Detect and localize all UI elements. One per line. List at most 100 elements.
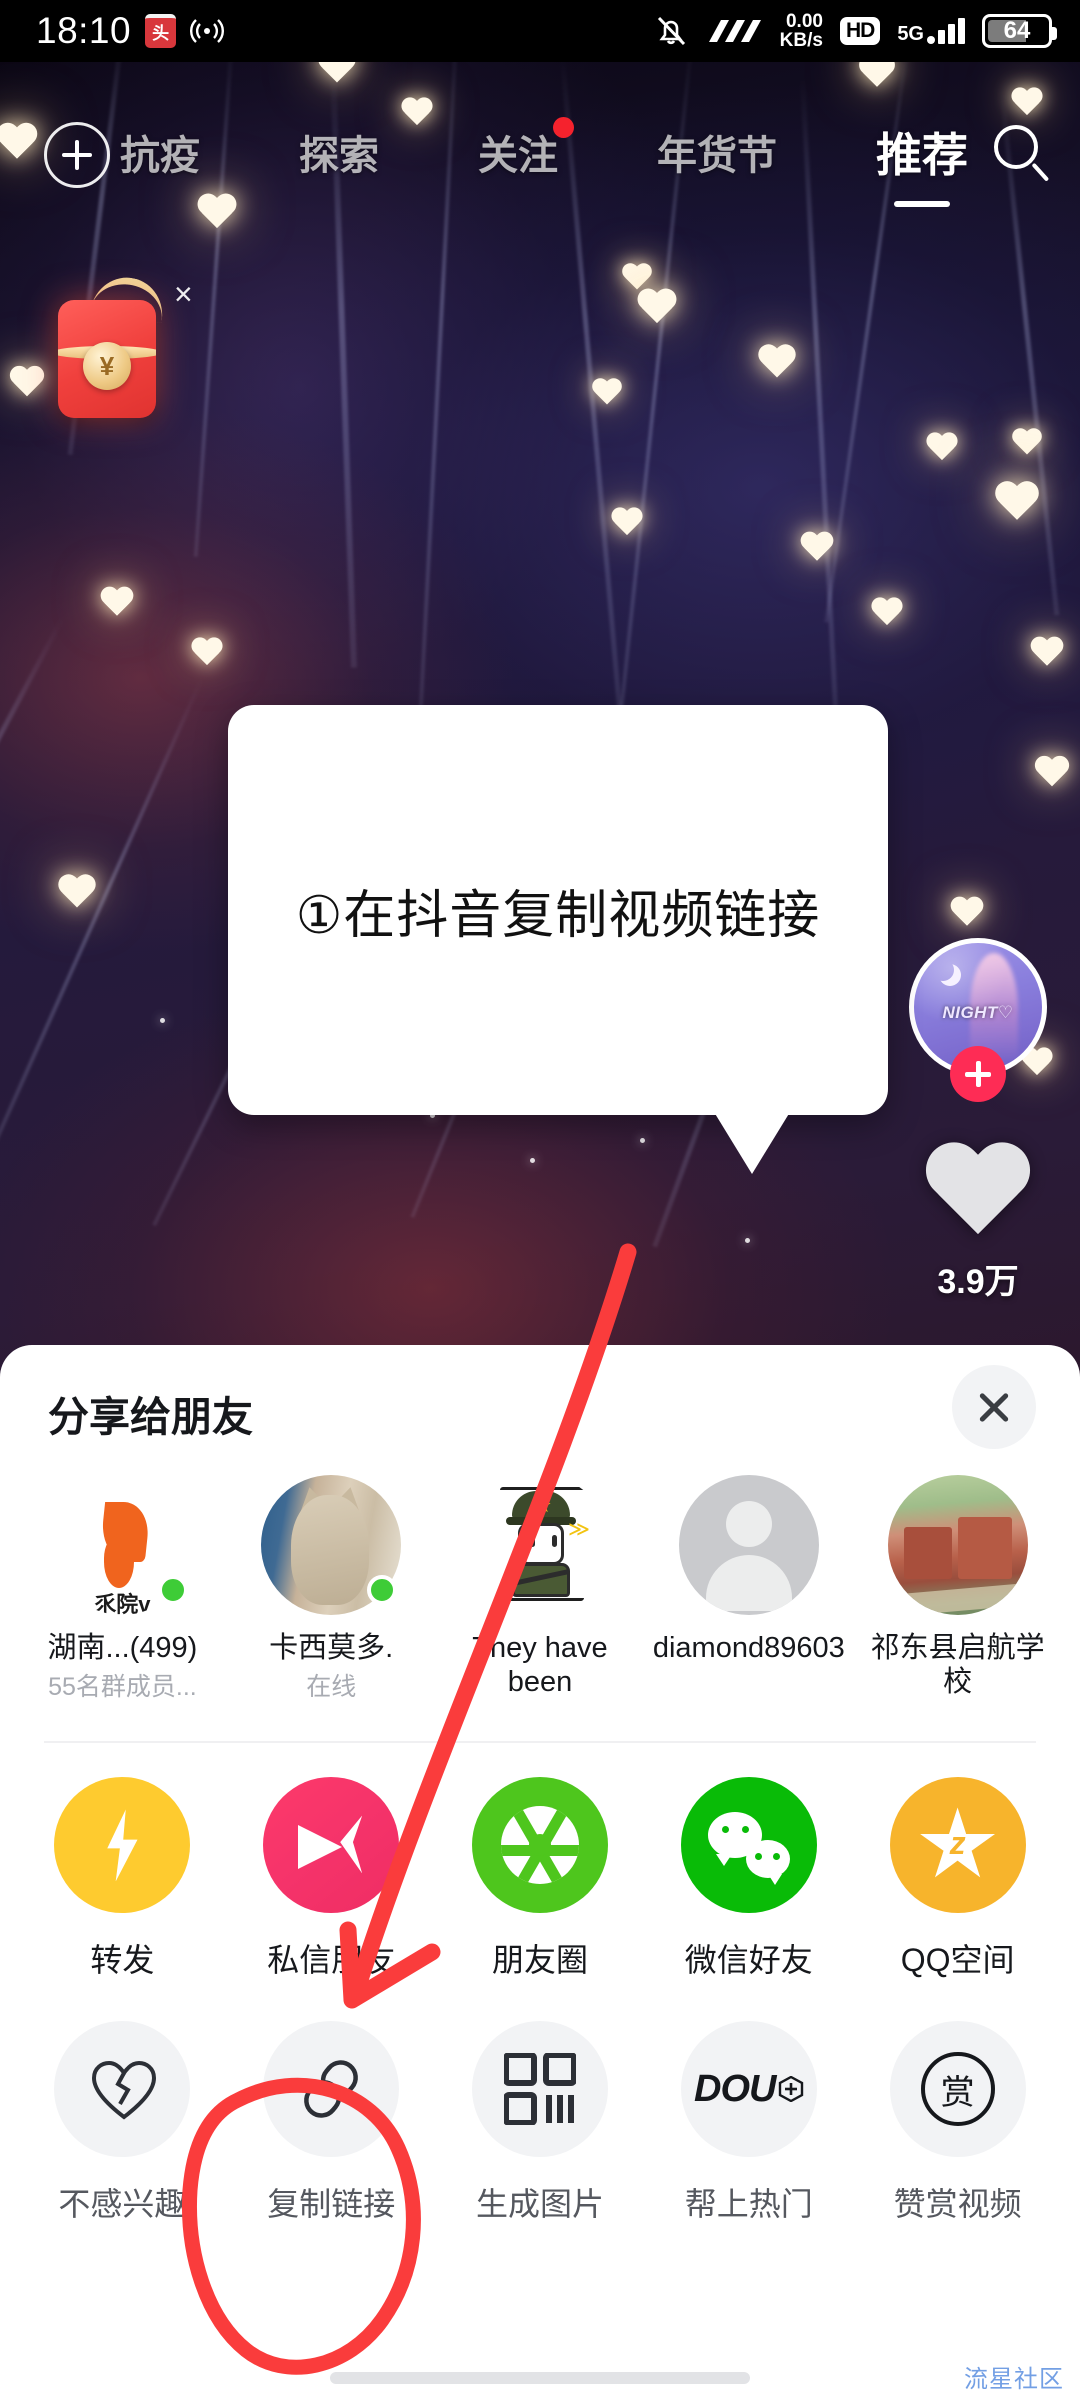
friend-item[interactable]: 卡西莫多. 在线 — [227, 1475, 436, 1707]
plane-body — [298, 1825, 343, 1870]
tab-label: 年货节 — [657, 134, 777, 178]
action-label: QQ空间 — [900, 1942, 1015, 1979]
status-bar-right: 0.00 KB/s HD 5G 64 — [654, 12, 1080, 50]
share-action-repost[interactable]: 转发 — [18, 1777, 227, 1981]
friend-subtitle: 55名群成员... — [48, 1673, 197, 1702]
broken-heart-icon[interactable] — [54, 2021, 191, 2158]
network-label: 5G — [897, 23, 924, 45]
broadcast-icon — [190, 18, 225, 44]
friend-avatar-wrap: ★ ≫ — [469, 1475, 610, 1615]
video-side-actions: NIGHT♡ 3.9万 — [904, 938, 1052, 1303]
battery-icon: 64 — [982, 14, 1057, 48]
share-action-generate-image[interactable]: 生成图片 — [436, 2021, 645, 2225]
share-action-not-interested[interactable]: 不感兴趣 — [18, 2021, 227, 2225]
friend-avatar-wrap — [261, 1475, 402, 1615]
school-building-1 — [903, 1527, 952, 1579]
aperture-glyph — [500, 1806, 579, 1885]
tab-tansuo[interactable]: 探索 — [299, 123, 379, 187]
qr-glyph — [503, 2053, 576, 2126]
netspeed-unit: KB/s — [779, 30, 823, 51]
link-icon[interactable] — [263, 2021, 400, 2158]
moon-icon — [932, 959, 954, 981]
action-label: 私信朋友 — [267, 1942, 396, 1979]
tab-label: 推荐 — [876, 129, 968, 181]
share-action-copy-link[interactable]: 复制链接 — [227, 2021, 436, 2225]
friend-avatar-wrap — [887, 1475, 1028, 1615]
hd-icon: HD — [839, 17, 881, 45]
red-packet-close-icon[interactable]: × — [174, 278, 193, 310]
link-glyph — [296, 2054, 366, 2124]
unread-dot-badge — [553, 117, 574, 138]
action-label: 生成图片 — [475, 2186, 604, 2223]
like-button[interactable]: 3.9万 — [904, 1144, 1052, 1303]
search-icon[interactable] — [990, 123, 1054, 187]
dou-plus-icon[interactable]: DOU — [680, 2021, 817, 2158]
action-label: 帮上热门 — [684, 2186, 813, 2223]
share-action-reward-video[interactable]: 赏 赞赏视频 — [853, 2021, 1062, 2225]
moments-aperture-icon[interactable] — [471, 1777, 608, 1914]
like-count: 3.9万 — [937, 1263, 1019, 1301]
add-icon[interactable] — [44, 122, 110, 188]
shang-glyph: 赏 — [920, 2052, 995, 2127]
soldier-cartoon-avatar: ★ ≫ — [469, 1475, 610, 1615]
bolt-glyph — [107, 1809, 138, 1882]
share-action-douplus[interactable]: DOU 帮上热门 — [644, 2021, 853, 2225]
star-glyph — [920, 1807, 996, 1878]
carrier-logo-icon — [705, 16, 763, 46]
action-label: 赞赏视频 — [893, 2186, 1022, 2223]
friend-item[interactable]: 祁东县启航学校 — [853, 1475, 1062, 1707]
top-navigation: 抗疫 探索 关注 年货节 推荐 — [0, 100, 1080, 210]
status-time: 18:10 — [36, 10, 132, 51]
search-ring — [994, 125, 1038, 169]
share-action-moments[interactable]: 朋友圈 — [436, 1777, 645, 1981]
wechat-glyph — [707, 1812, 790, 1886]
network-speed: 0.00 KB/s — [780, 12, 823, 50]
share-sheet-header: 分享给朋友 — [0, 1345, 1080, 1473]
status-bar: 18:10 头 0.00 KB/s HD 5G 64 — [0, 0, 1080, 62]
plane-tail — [340, 1815, 363, 1874]
tab-kangyi[interactable]: 抗疫 — [120, 123, 200, 187]
red-packet-icon[interactable]: ¥ — [58, 300, 156, 418]
wechat-icon[interactable] — [680, 1777, 817, 1914]
lightning-bolt-icon[interactable] — [54, 1777, 191, 1914]
battery-level: 64 — [1003, 17, 1031, 44]
share-action-qzone[interactable]: QQ空间 — [853, 1777, 1062, 1981]
soldier-figure: ★ ≫ — [494, 1487, 590, 1603]
search-handle — [1031, 162, 1050, 182]
friend-subtitle: 在线 — [306, 1673, 357, 1702]
friend-item[interactable]: diamond89603 — [644, 1475, 853, 1707]
author-avatar-block[interactable]: NIGHT♡ — [909, 938, 1047, 1102]
school-road — [887, 1582, 1028, 1615]
qzone-star-icon[interactable] — [889, 1777, 1026, 1914]
share-sheet-title: 分享给朋友 — [48, 1394, 253, 1440]
tab-nianhuojie[interactable]: 年货节 — [657, 123, 777, 187]
reward-shang-icon[interactable]: 赏 — [889, 2021, 1026, 2158]
red-packet-coin: ¥ — [83, 342, 131, 390]
sheet-divider — [44, 1741, 1036, 1744]
phone-screen: 18:10 头 0.00 KB/s HD 5G 64 抗疫 探索 关注 年货节 … — [0, 0, 1080, 2400]
close-icon[interactable] — [952, 1365, 1036, 1449]
red-packet-widget[interactable]: ¥ × — [58, 270, 193, 418]
tab-tuijian[interactable]: 推荐 — [876, 119, 968, 207]
follow-plus-icon[interactable] — [950, 1046, 1006, 1102]
action-label: 不感兴趣 — [58, 2186, 187, 2223]
signal-bars-icon — [927, 18, 965, 44]
school-building-2 — [957, 1517, 1012, 1579]
paper-plane-icon[interactable] — [263, 1777, 400, 1914]
friend-item[interactable]: 乑院v 湖南...(499) 55名群成员... — [18, 1475, 227, 1707]
share-action-dm-friend[interactable]: 私信朋友 — [227, 1777, 436, 1981]
lightning-decoration-icon: ≫ — [568, 1518, 590, 1541]
action-label: 微信好友 — [684, 1942, 813, 1979]
share-friends-row: 乑院v 湖南...(499) 55名群成员... 卡西莫多. 在线 ★ ≫ Th… — [0, 1475, 1080, 1707]
friend-name: 卡西莫多. — [269, 1632, 394, 1664]
bird-icon — [94, 1502, 150, 1588]
tab-guanzhu[interactable]: 关注 — [478, 117, 574, 187]
heart-icon[interactable] — [922, 1144, 1034, 1244]
cat-body — [291, 1495, 370, 1605]
nav-tabs: 抗疫 探索 关注 年货节 推荐 — [110, 117, 982, 207]
share-action-wechat-friend[interactable]: 微信好友 — [644, 1777, 853, 1981]
toutiao-app-icon: 头 — [145, 14, 177, 48]
tab-label: 抗疫 — [120, 134, 200, 178]
friend-item[interactable]: ★ ≫ They have been — [436, 1475, 645, 1707]
qr-code-icon[interactable] — [471, 2021, 608, 2158]
